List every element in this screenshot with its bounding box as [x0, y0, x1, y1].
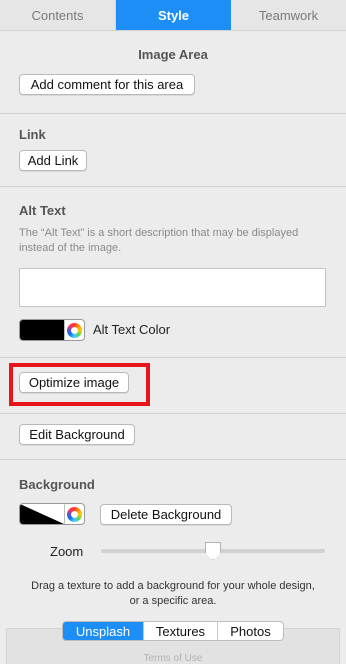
link-heading: Link [19, 127, 46, 142]
alt-text-color-label: Alt Text Color [93, 322, 171, 337]
add-comment-button[interactable]: Add comment for this area [19, 74, 195, 95]
divider [0, 413, 346, 414]
zoom-slider-thumb[interactable] [205, 542, 221, 560]
color-swatch [20, 320, 64, 340]
tab-contents[interactable]: Contents [0, 0, 116, 30]
tab-style[interactable]: Style [116, 0, 231, 30]
terms-of-use-link[interactable]: Terms of Use [0, 653, 346, 664]
alt-text-description: The “Alt Text” is a short description th… [19, 227, 299, 254]
color-wheel-icon[interactable] [67, 322, 82, 338]
alt-text-input[interactable] [19, 268, 326, 307]
source-segmented-control: Unsplash Textures Photos [62, 621, 284, 641]
edit-background-button[interactable]: Edit Background [19, 424, 135, 445]
color-swatch [20, 504, 64, 524]
background-heading: Background [19, 477, 95, 492]
divider [0, 459, 346, 460]
source-unsplash[interactable]: Unsplash [63, 622, 143, 640]
alt-text-color-well[interactable] [19, 319, 85, 341]
source-textures[interactable]: Textures [143, 622, 217, 640]
tab-teamwork[interactable]: Teamwork [231, 0, 346, 30]
divider [0, 186, 346, 187]
add-link-button[interactable]: Add Link [19, 150, 87, 171]
color-wheel-icon[interactable] [67, 506, 82, 522]
zoom-label: Zoom [50, 544, 84, 559]
source-photos[interactable]: Photos [217, 622, 283, 640]
background-hint: Drag a texture to add a background for y… [31, 580, 315, 607]
divider [0, 357, 346, 358]
inspector-tabs: Contents Style Teamwork [0, 0, 346, 31]
image-area-heading: Image Area [138, 47, 208, 62]
divider [0, 113, 346, 114]
delete-background-button[interactable]: Delete Background [100, 504, 232, 525]
highlight-box [9, 363, 150, 406]
background-color-well[interactable] [19, 503, 85, 525]
alt-text-heading: Alt Text [19, 203, 66, 218]
